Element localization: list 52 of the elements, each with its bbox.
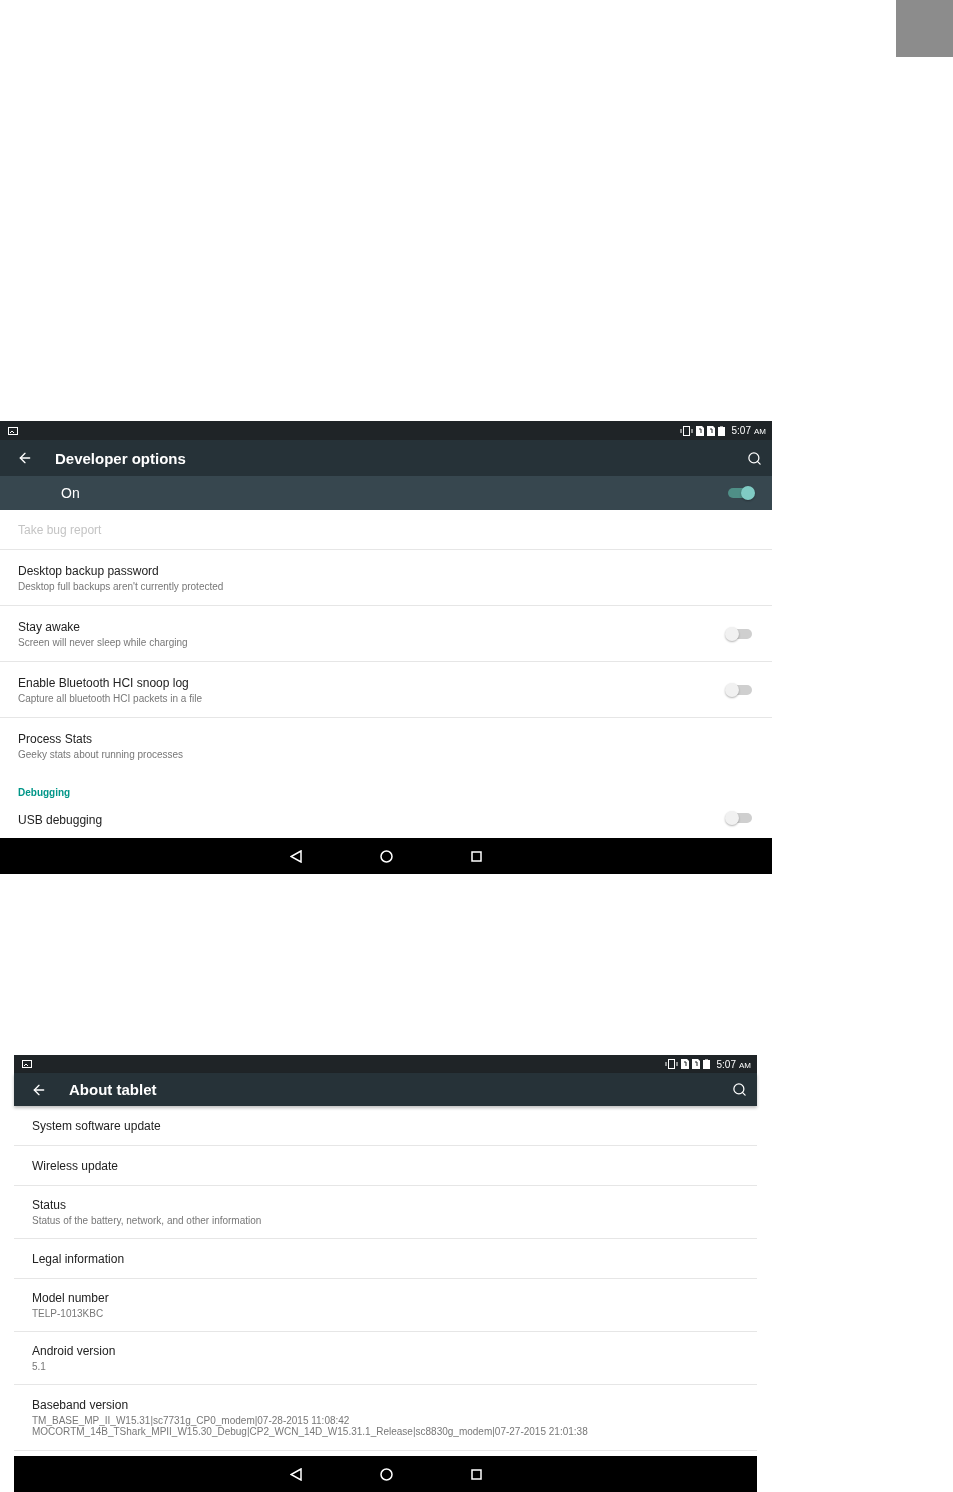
setting-title[interactable]: Process Stats [18,732,752,746]
image-icon [8,426,18,435]
setting-title[interactable]: Android version [32,1344,737,1358]
image-icon [22,1060,32,1068]
clock-meridiem: AM [739,1060,751,1070]
clock-time: 5:07 [716,1058,736,1070]
setting-title[interactable]: Enable Bluetooth HCI snoop log [18,675,728,690]
toggle-switch[interactable] [728,488,752,498]
battery-icon [717,425,725,436]
section-header: Debugging [17,786,72,800]
back-arrow-icon[interactable] [17,450,33,466]
setting-title[interactable]: System software update [32,1118,737,1133]
vibrate-icon [664,1059,678,1069]
sim-icon [695,425,704,436]
recents-icon[interactable] [471,850,482,862]
switch-label: On [61,485,81,501]
setting-summary: TM_BASE_MP_II_W15.31|sc7731g_CP0_modem|07-28-2015 11:08:42 [32,1415,350,1426]
toggle-switch[interactable] [728,628,752,639]
sim-icon [680,1059,689,1069]
vibrate-icon [679,425,693,436]
search-icon[interactable] [747,450,762,466]
setting-title[interactable]: Legal information [32,1251,737,1266]
setting-title[interactable]: Wireless update [32,1158,737,1173]
toolbar-title: About tablet [69,1081,158,1098]
setting-summary: 5.1 [32,1361,47,1372]
setting-summary: MOCORTM_14B_TShark_MPII_W15.30_Debug|CP2_WCN_14D_W15.31.1_Release|sc8830g_modem|07-27-2015 21:01:38 [32,1426,589,1437]
setting-title[interactable]: Baseband version [32,1398,737,1412]
setting-title[interactable]: Stay awake [18,619,728,634]
home-icon[interactable] [380,849,393,863]
setting-title[interactable]: Model number [32,1291,737,1305]
back-icon[interactable] [289,1467,302,1481]
search-icon[interactable] [732,1082,747,1097]
setting-summary: Geeky stats about running processes [18,749,185,760]
battery-icon [702,1059,710,1069]
sim-icon [691,1059,700,1069]
setting-title[interactable]: USB debugging [18,813,728,827]
setting-summary: TELP-1013KBC [32,1308,105,1319]
home-icon[interactable] [379,1467,393,1481]
toggle-switch[interactable] [728,684,752,695]
setting-summary: Screen will never sleep while charging [18,636,189,648]
clock-time: 5:07 [731,425,751,436]
recents-icon[interactable] [470,1468,482,1480]
sim-icon [706,425,715,436]
toolbar-title: Developer options [55,449,187,467]
back-icon[interactable] [290,849,302,863]
setting-title[interactable]: Status [32,1198,737,1212]
setting-title[interactable]: Desktop backup password [18,563,752,578]
setting-summary: Status of the battery, network, and other information [32,1215,263,1226]
clock-meridiem: AM [754,427,766,436]
setting-summary: Capture all bluetooth HCI packets in a file [18,692,203,704]
toggle-switch[interactable] [728,813,752,823]
setting-summary: Desktop full backups aren't currently protected [18,580,225,592]
